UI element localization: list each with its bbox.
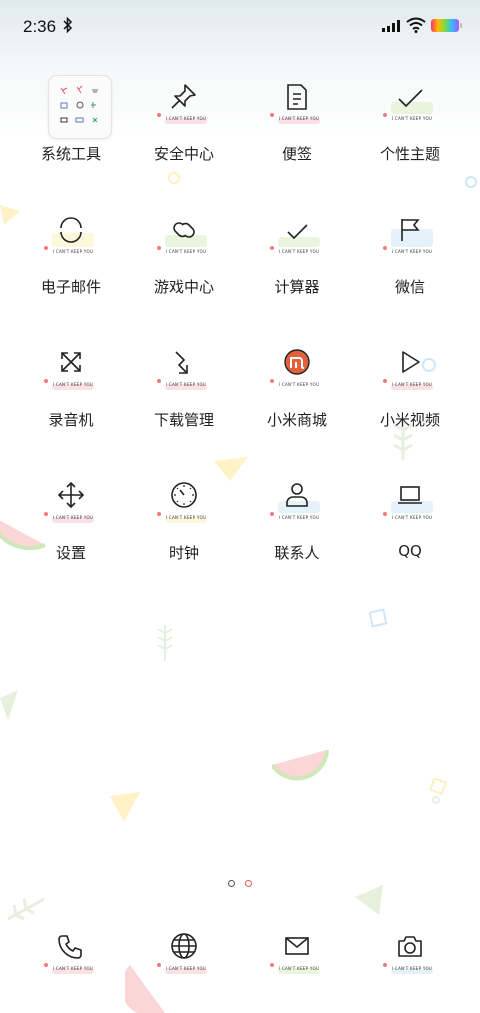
app-security-center[interactable]: I CAN'T KEEP YOU 安全中心 [127,72,241,164]
battery-icon [431,19,462,32]
icon-tagline: I CAN'T KEEP YOU [52,515,94,520]
icon-tagline: I CAN'T KEEP YOU [165,382,207,387]
app-label: 电子邮件 [40,278,101,296]
app-recorder[interactable]: I CAN'T KEEP YOU 录音机 [14,338,128,430]
app-game-center[interactable]: I CAN'T KEEP YOU 游戏中心 [127,205,241,297]
dock-camera[interactable]: I CAN'T KEEP YOU [353,922,467,988]
phone-icon [58,935,82,959]
icon-tagline: I CAN'T KEEP YOU [391,116,433,121]
app-label: 微信 [394,278,425,296]
person-icon [286,483,308,507]
laptop-icon [398,486,422,504]
icon-tagline: I CAN'T KEEP YOU [278,515,320,520]
icon-tagline: I CAN'T KEEP YOU [52,966,94,971]
app-email[interactable]: I CAN'T KEEP YOU 电子邮件 [14,205,128,297]
dock-browser[interactable]: I CAN'T KEEP YOU [127,922,241,988]
note-icon [287,84,307,110]
app-label: 游戏中心 [153,278,214,296]
icon-tagline: I CAN'T KEEP YOU [278,249,320,254]
icon-tagline: I CAN'T KEEP YOU [391,966,433,971]
icon-tagline: I CAN'T KEEP YOU [278,116,320,121]
app-download-manager[interactable]: I CAN'T KEEP YOU 下载管理 [127,338,241,430]
icon-tagline: I CAN'T KEEP YOU [391,382,433,387]
app-clock[interactable]: I CAN'T KEEP YOU 时钟 [127,471,241,563]
app-label: 系统工具 [40,145,101,163]
app-label: 下载管理 [153,411,214,429]
page-dot-active[interactable] [245,880,252,887]
play-icon [402,351,420,373]
app-system-tools[interactable]: 系统工具 [14,72,128,164]
square-decoration [368,608,388,628]
folder-icon [48,75,112,139]
status-bar: 2:36 [0,0,480,52]
flag-icon [401,219,420,241]
mail-icon [285,937,309,955]
icon-tagline: I CAN'T KEEP YOU [278,966,320,971]
leaf-decoration [157,625,173,661]
app-label: 个性主题 [379,145,440,163]
app-label: QQ [398,542,422,560]
app-wechat[interactable]: I CAN'T KEEP YOU 微信 [353,205,467,297]
app-notes[interactable]: I CAN'T KEEP YOU 便签 [240,72,354,164]
icon-tagline: I CAN'T KEEP YOU [165,116,207,121]
pin-icon [171,84,196,109]
triangle-decoration [0,690,18,720]
check-icon [287,224,308,240]
icon-tagline: I CAN'T KEEP YOU [52,249,94,254]
icon-tagline: I CAN'T KEEP YOU [165,966,207,971]
icon-tagline: I CAN'T KEEP YOU [165,249,207,254]
app-label: 计算器 [274,278,320,296]
ring-decoration [168,172,180,184]
clock-time: 2:36 [23,17,57,36]
page-dot[interactable] [228,880,235,887]
app-contacts[interactable]: I CAN'T KEEP YOU 联系人 [240,471,354,563]
camera-icon [398,936,422,957]
app-themes[interactable]: I CAN'T KEEP YOU 个性主题 [353,72,467,164]
icon-tagline: I CAN'T KEEP YOU [391,249,433,254]
arrow-curve-icon [175,351,188,374]
icon-tagline: I CAN'T KEEP YOU [52,382,94,387]
ring-decoration [465,176,477,188]
dock-mail[interactable]: I CAN'T KEEP YOU [240,922,354,988]
app-mi-video[interactable]: I CAN'T KEEP YOU 小米视频 [353,338,467,430]
clock-icon [171,482,197,508]
signal-icon [382,20,400,32]
app-label: 便签 [281,145,312,163]
wifi-icon [406,17,426,33]
app-mi-store[interactable]: I CAN'T KEEP YOU 小米商城 [240,338,354,430]
watermelon-decoration [272,749,329,781]
circle-arc-icon [60,217,82,243]
app-label: 录音机 [48,411,94,429]
app-settings[interactable]: I CAN'T KEEP YOU 设置 [14,471,128,563]
leaf-decoration [8,897,44,921]
app-label: 时钟 [168,544,199,562]
triangle-decoration [355,885,383,915]
icon-tagline: I CAN'T KEEP YOU [278,382,320,387]
app-label: 设置 [55,544,86,562]
app-label: 安全中心 [153,145,214,163]
app-label: 联系人 [274,544,320,562]
app-label: 小米视频 [379,411,440,429]
square-decoration [429,778,447,804]
page-indicator[interactable] [228,872,262,891]
mi-store-icon [284,349,310,375]
triangle-decoration [110,792,140,822]
app-qq[interactable]: I CAN'T KEEP YOU QQ [353,471,467,560]
icon-tagline: I CAN'T KEEP YOU [165,515,207,520]
app-label: 小米商城 [266,411,327,429]
move-arrows-icon [57,481,85,509]
expand-icon [61,352,81,372]
link-icon [173,222,195,238]
dock-phone[interactable]: I CAN'T KEEP YOU [14,922,128,988]
icon-tagline: I CAN'T KEEP YOU [391,515,433,520]
dock: I CAN'T KEEP YOU I CAN'T KEEP YOU I CAN'… [0,922,480,982]
globe-icon [171,933,197,959]
bluetooth-icon [63,17,73,33]
app-calculator[interactable]: I CAN'T KEEP YOU 计算器 [240,205,354,297]
check-icon [398,89,423,108]
